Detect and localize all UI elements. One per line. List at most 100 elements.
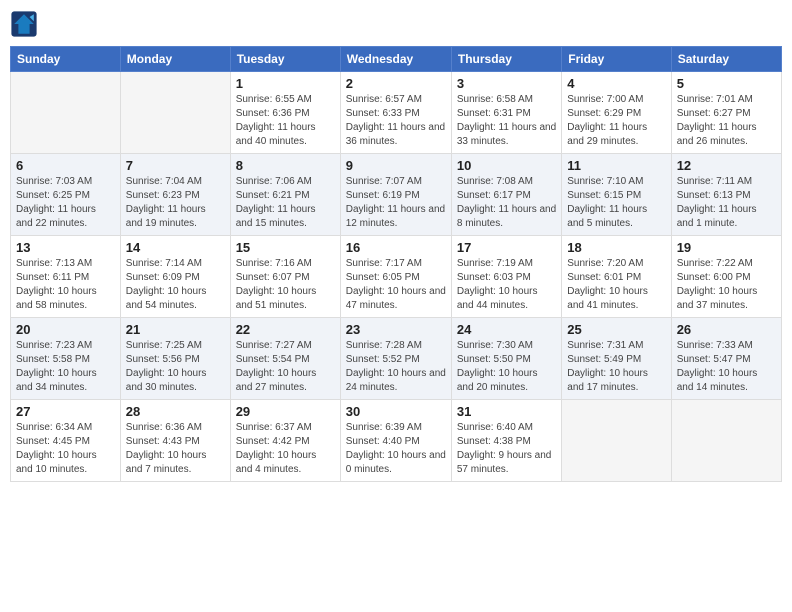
day-info: Sunrise: 7:27 AM Sunset: 5:54 PM Dayligh… <box>236 339 335 395</box>
calendar-cell <box>671 400 781 482</box>
calendar-week-row: 13 Sunrise: 7:13 AM Sunset: 6:11 PM Dayli… <box>11 236 782 318</box>
day-info: Sunrise: 7:19 AM Sunset: 6:03 PM Dayligh… <box>457 257 556 313</box>
calendar-cell: 14 Sunrise: 7:14 AM Sunset: 6:09 PM Dayli… <box>120 236 230 318</box>
calendar-cell: 29Sunrise: 6:37 AM Sunset: 4:42 PM Dayli… <box>230 400 340 482</box>
calendar-cell: 15 Sunrise: 7:16 AM Sunset: 6:07 PM Dayli… <box>230 236 340 318</box>
calendar-week-row: 1 Sunrise: 6:55 AM Sunset: 6:36 PM Daylig… <box>11 72 782 154</box>
day-number: 26 <box>677 322 776 337</box>
calendar-cell: 28 Sunrise: 6:36 AM Sunset: 4:43 PM Dayli… <box>120 400 230 482</box>
day-info: Sunrise: 6:40 AM Sunset: 4:38 PM Dayligh… <box>457 421 556 477</box>
calendar-week-row: 20 Sunrise: 7:23 AM Sunset: 5:58 PM Dayli… <box>11 318 782 400</box>
calendar-cell <box>562 400 671 482</box>
day-info: Sunrise: 6:57 AM Sunset: 6:33 PM Dayligh… <box>346 93 446 149</box>
calendar-header-wednesday: Wednesday <box>340 47 451 72</box>
day-number: 28 <box>126 404 225 419</box>
day-info: Sunrise: 7:22 AM Sunset: 6:00 PM Dayligh… <box>677 257 776 313</box>
calendar-cell: 16 Sunrise: 7:17 AM Sunset: 6:05 PM Dayli… <box>340 236 451 318</box>
calendar-header-tuesday: Tuesday <box>230 47 340 72</box>
calendar-cell: 11 Sunrise: 7:10 AM Sunset: 6:15 PM Dayli… <box>562 154 671 236</box>
day-number: 11 <box>567 158 665 173</box>
logo-area <box>10 10 42 38</box>
calendar-cell: 1 Sunrise: 6:55 AM Sunset: 6:36 PM Daylig… <box>230 72 340 154</box>
calendar-cell: 17 Sunrise: 7:19 AM Sunset: 6:03 PM Dayli… <box>451 236 561 318</box>
day-number: 18 <box>567 240 665 255</box>
calendar-cell: 7Sunrise: 7:04 AM Sunset: 6:23 PM Daylig… <box>120 154 230 236</box>
day-info: Sunrise: 7:10 AM Sunset: 6:15 PM Dayligh… <box>567 175 665 231</box>
calendar-cell: 26 Sunrise: 7:33 AM Sunset: 5:47 PM Dayli… <box>671 318 781 400</box>
calendar-cell: 4 Sunrise: 7:00 AM Sunset: 6:29 PM Daylig… <box>562 72 671 154</box>
day-number: 13 <box>16 240 115 255</box>
calendar-header-thursday: Thursday <box>451 47 561 72</box>
day-info: Sunrise: 7:25 AM Sunset: 5:56 PM Dayligh… <box>126 339 225 395</box>
calendar-header-sunday: Sunday <box>11 47 121 72</box>
header <box>10 10 782 38</box>
day-info: Sunrise: 7:17 AM Sunset: 6:05 PM Dayligh… <box>346 257 446 313</box>
day-number: 24 <box>457 322 556 337</box>
day-number: 31 <box>457 404 556 419</box>
calendar-cell: 31 Sunrise: 6:40 AM Sunset: 4:38 PM Dayli… <box>451 400 561 482</box>
day-number: 2 <box>346 76 446 91</box>
calendar-cell <box>120 72 230 154</box>
calendar-cell: 6 Sunrise: 7:03 AM Sunset: 6:25 PM Daylig… <box>11 154 121 236</box>
day-number: 3 <box>457 76 556 91</box>
calendar-cell <box>11 72 121 154</box>
calendar-week-row: 6 Sunrise: 7:03 AM Sunset: 6:25 PM Daylig… <box>11 154 782 236</box>
day-number: 7 <box>126 158 225 173</box>
calendar-cell: 23 Sunrise: 7:28 AM Sunset: 5:52 PM Dayli… <box>340 318 451 400</box>
day-info: Sunrise: 6:55 AM Sunset: 6:36 PM Dayligh… <box>236 93 335 149</box>
day-info: Sunrise: 6:34 AM Sunset: 4:45 PM Dayligh… <box>16 421 115 477</box>
day-info: Sunrise: 7:14 AM Sunset: 6:09 PM Dayligh… <box>126 257 225 313</box>
calendar-cell: 18Sunrise: 7:20 AM Sunset: 6:01 PM Dayli… <box>562 236 671 318</box>
day-number: 6 <box>16 158 115 173</box>
calendar-cell: 9Sunrise: 7:07 AM Sunset: 6:19 PM Daylig… <box>340 154 451 236</box>
day-number: 5 <box>677 76 776 91</box>
day-info: Sunrise: 6:39 AM Sunset: 4:40 PM Dayligh… <box>346 421 446 477</box>
calendar-cell: 10 Sunrise: 7:08 AM Sunset: 6:17 PM Dayli… <box>451 154 561 236</box>
day-info: Sunrise: 7:16 AM Sunset: 6:07 PM Dayligh… <box>236 257 335 313</box>
day-number: 23 <box>346 322 446 337</box>
day-info: Sunrise: 7:11 AM Sunset: 6:13 PM Dayligh… <box>677 175 776 231</box>
page: SundayMondayTuesdayWednesdayThursdayFrid… <box>0 0 792 612</box>
day-number: 8 <box>236 158 335 173</box>
calendar-cell: 3 Sunrise: 6:58 AM Sunset: 6:31 PM Daylig… <box>451 72 561 154</box>
calendar-cell: 2 Sunrise: 6:57 AM Sunset: 6:33 PM Daylig… <box>340 72 451 154</box>
calendar-cell: 22Sunrise: 7:27 AM Sunset: 5:54 PM Dayli… <box>230 318 340 400</box>
generalblue-logo-icon <box>10 10 38 38</box>
calendar-cell: 13 Sunrise: 7:13 AM Sunset: 6:11 PM Dayli… <box>11 236 121 318</box>
day-number: 20 <box>16 322 115 337</box>
day-info: Sunrise: 7:01 AM Sunset: 6:27 PM Dayligh… <box>677 93 776 149</box>
day-info: Sunrise: 7:00 AM Sunset: 6:29 PM Dayligh… <box>567 93 665 149</box>
calendar-header-saturday: Saturday <box>671 47 781 72</box>
day-number: 14 <box>126 240 225 255</box>
calendar-cell: 30Sunrise: 6:39 AM Sunset: 4:40 PM Dayli… <box>340 400 451 482</box>
day-number: 1 <box>236 76 335 91</box>
calendar-cell: 20 Sunrise: 7:23 AM Sunset: 5:58 PM Dayli… <box>11 318 121 400</box>
day-info: Sunrise: 7:23 AM Sunset: 5:58 PM Dayligh… <box>16 339 115 395</box>
calendar-cell: 8 Sunrise: 7:06 AM Sunset: 6:21 PM Daylig… <box>230 154 340 236</box>
day-number: 10 <box>457 158 556 173</box>
calendar-cell: 19 Sunrise: 7:22 AM Sunset: 6:00 PM Dayli… <box>671 236 781 318</box>
day-info: Sunrise: 7:33 AM Sunset: 5:47 PM Dayligh… <box>677 339 776 395</box>
day-number: 29 <box>236 404 335 419</box>
day-info: Sunrise: 6:36 AM Sunset: 4:43 PM Dayligh… <box>126 421 225 477</box>
day-info: Sunrise: 7:28 AM Sunset: 5:52 PM Dayligh… <box>346 339 446 395</box>
calendar-cell: 21Sunrise: 7:25 AM Sunset: 5:56 PM Dayli… <box>120 318 230 400</box>
day-number: 16 <box>346 240 446 255</box>
day-number: 19 <box>677 240 776 255</box>
day-info: Sunrise: 7:30 AM Sunset: 5:50 PM Dayligh… <box>457 339 556 395</box>
day-info: Sunrise: 7:13 AM Sunset: 6:11 PM Dayligh… <box>16 257 115 313</box>
calendar-week-row: 27 Sunrise: 6:34 AM Sunset: 4:45 PM Dayli… <box>11 400 782 482</box>
day-info: Sunrise: 7:06 AM Sunset: 6:21 PM Dayligh… <box>236 175 335 231</box>
calendar-cell: 24 Sunrise: 7:30 AM Sunset: 5:50 PM Dayli… <box>451 318 561 400</box>
day-number: 27 <box>16 404 115 419</box>
calendar-header-friday: Friday <box>562 47 671 72</box>
day-number: 17 <box>457 240 556 255</box>
day-number: 4 <box>567 76 665 91</box>
calendar-table: SundayMondayTuesdayWednesdayThursdayFrid… <box>10 46 782 482</box>
day-number: 15 <box>236 240 335 255</box>
day-number: 25 <box>567 322 665 337</box>
day-info: Sunrise: 7:08 AM Sunset: 6:17 PM Dayligh… <box>457 175 556 231</box>
day-info: Sunrise: 7:03 AM Sunset: 6:25 PM Dayligh… <box>16 175 115 231</box>
calendar-cell: 27 Sunrise: 6:34 AM Sunset: 4:45 PM Dayli… <box>11 400 121 482</box>
day-info: Sunrise: 6:58 AM Sunset: 6:31 PM Dayligh… <box>457 93 556 149</box>
